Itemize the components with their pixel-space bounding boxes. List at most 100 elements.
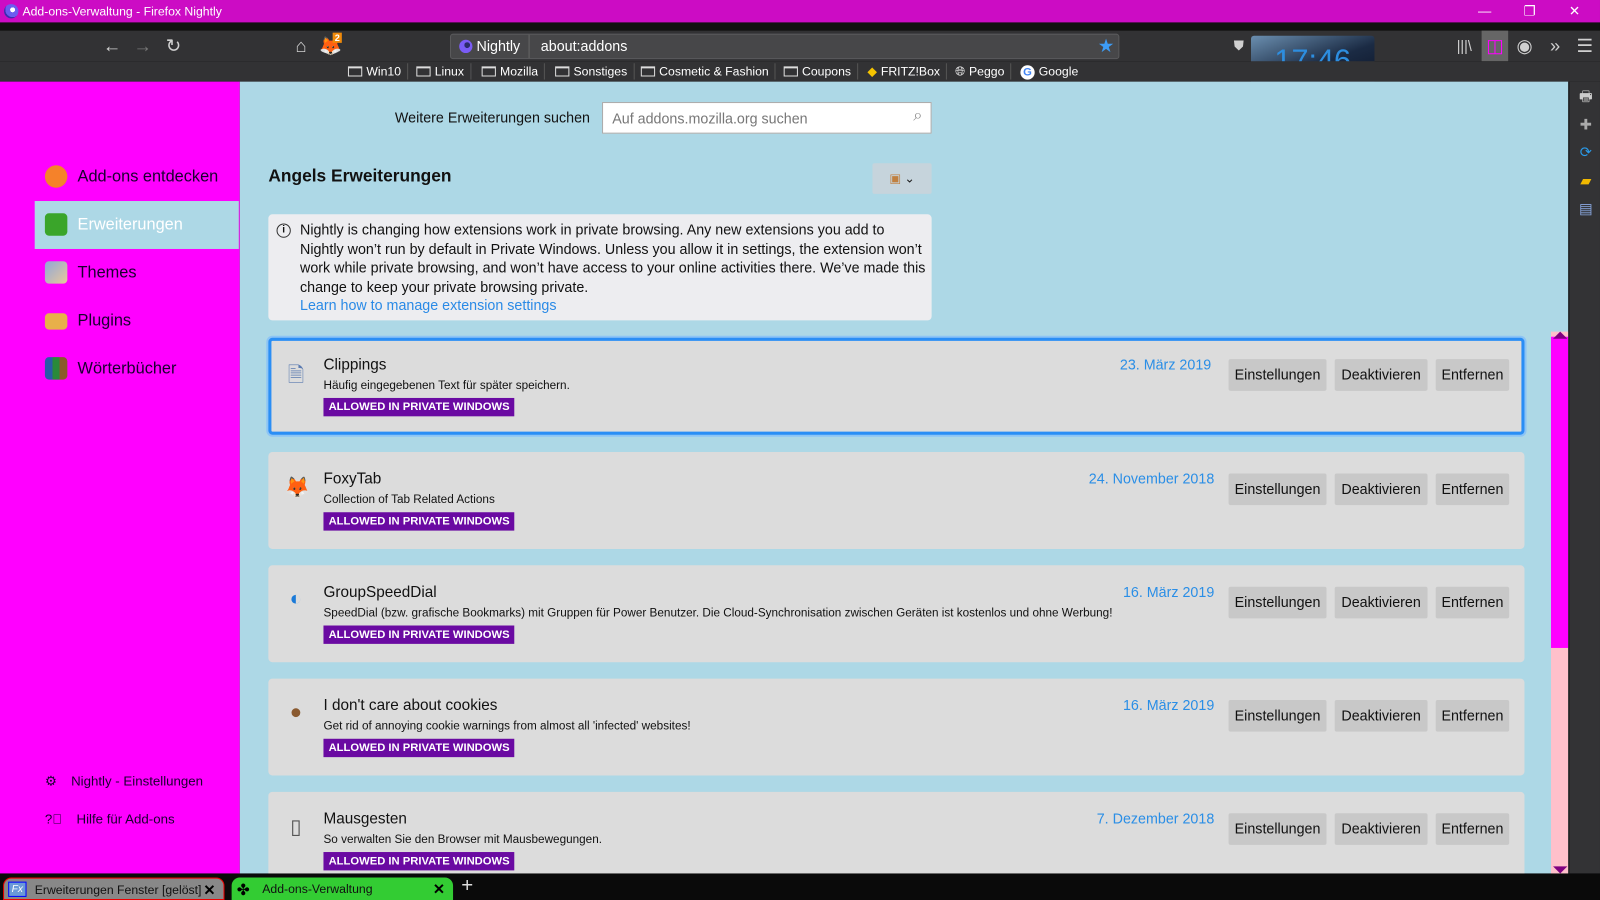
- addons-list-view: Weitere Erweiterungen suchen Auf addons.…: [239, 81, 1569, 874]
- sidebar-item-extensions[interactable]: Erweiterungen: [34, 201, 239, 249]
- reload-icon[interactable]: ↻: [160, 31, 187, 62]
- extension-card[interactable]: ● I don't care about cookies Get rid of an…: [268, 678, 1525, 776]
- addons-help-link[interactable]: ?⃝ Hilfe für Add-ons: [45, 811, 175, 826]
- folder-icon: [347, 66, 363, 77]
- sync-icon[interactable]: ⟳: [1577, 144, 1595, 160]
- close-tab-icon[interactable]: ✕: [433, 878, 445, 900]
- extension-name[interactable]: GroupSpeedDial: [323, 584, 436, 601]
- forward-icon[interactable]: →: [130, 31, 157, 62]
- bookmark-coupons[interactable]: Coupons: [778, 63, 859, 80]
- extension-description: Collection of Tab Related Actions: [323, 493, 495, 507]
- extension-name[interactable]: FoxyTab: [323, 470, 381, 487]
- sidebar-item-dictionaries[interactable]: Wörterbücher: [35, 345, 239, 393]
- bookmark-peggo[interactable]: 🌐︎ Peggo: [949, 63, 1012, 80]
- print-icon[interactable]: 🖶︎: [1577, 88, 1595, 104]
- overflow-icon[interactable]: »: [1542, 31, 1569, 62]
- search-icon[interactable]: ⌕: [913, 107, 922, 125]
- scroll-down-arrow-icon[interactable]: [1553, 866, 1568, 874]
- bookmark-sonstiges[interactable]: Sonstiges: [549, 63, 635, 80]
- bookmark-label: FRITZ!Box: [880, 64, 941, 79]
- settings-button[interactable]: Einstellungen: [1228, 473, 1327, 506]
- sidebar-item-label: Add-ons entdecken: [77, 168, 219, 186]
- addon-badge: 2: [332, 32, 342, 43]
- url-text[interactable]: about:addons: [541, 35, 628, 58]
- close-window-button[interactable]: ✕: [1552, 0, 1597, 22]
- url-bar[interactable]: Nightly about:addons ★: [449, 33, 1120, 60]
- bookmark-cosmetic[interactable]: Cosmetic & Fashion: [635, 63, 776, 80]
- puzzle-icon: ✤: [236, 881, 250, 899]
- private-windows-badge: ALLOWED IN PRIVATE WINDOWS: [323, 625, 515, 644]
- new-tab-button[interactable]: +: [461, 874, 473, 897]
- remove-button[interactable]: Entfernen: [1435, 813, 1510, 845]
- account-icon[interactable]: ◉: [1511, 31, 1538, 62]
- sidebar-item-themes[interactable]: Themes: [35, 249, 239, 297]
- home-icon[interactable]: ⌂: [288, 31, 315, 62]
- bookmark-fritzbox[interactable]: ◆ FRITZ!Box: [861, 63, 948, 80]
- update-date: 23. März 2019: [1119, 356, 1212, 373]
- tab-label: Add-ons-Verwaltung: [262, 881, 373, 896]
- bookmark-label: Coupons: [802, 64, 852, 79]
- document-icon[interactable]: ▤: [1577, 200, 1595, 216]
- extension-card[interactable]: ◐ GroupSpeedDial SpeedDial (bzw. grafische…: [268, 565, 1525, 663]
- search-input[interactable]: Auf addons.mozilla.org suchen ⌕: [602, 102, 932, 134]
- settings-button[interactable]: Einstellungen: [1228, 359, 1327, 391]
- update-date: 24. November 2018: [1088, 470, 1215, 487]
- bookmark-google[interactable]: G Google: [1014, 63, 1084, 80]
- page-title: Angels Erweiterungen: [268, 166, 452, 186]
- tab-erweiterungen-fenster[interactable]: Fx Erweiterungen Fenster [gelöst] ✕: [3, 877, 225, 900]
- bookmark-star-icon[interactable]: ★: [1098, 35, 1114, 58]
- manage-settings-link[interactable]: Learn how to manage extension settings: [300, 296, 557, 315]
- sidebar-item-discover[interactable]: Add-ons entdecken: [35, 153, 239, 201]
- restore-button[interactable]: ❐: [1507, 0, 1552, 22]
- disable-button[interactable]: Deaktivieren: [1334, 473, 1428, 506]
- disable-button[interactable]: Deaktivieren: [1334, 699, 1428, 732]
- close-tab-icon[interactable]: ✕: [203, 879, 215, 900]
- ublock-icon[interactable]: ⛊: [1226, 31, 1253, 62]
- remove-button[interactable]: Entfernen: [1435, 359, 1510, 391]
- private-browsing-notice: i Nightly is changing how extensions wor…: [268, 214, 932, 321]
- tools-menu-button[interactable]: ▣ ⌄: [872, 163, 932, 194]
- info-icon: i: [276, 223, 291, 238]
- categories-sidebar: Add-ons entdecken Erweiterungen Themes P…: [0, 81, 240, 874]
- footer-label: Hilfe für Add-ons: [76, 811, 175, 827]
- minimize-button[interactable]: —: [1462, 0, 1507, 22]
- remove-button[interactable]: Entfernen: [1435, 586, 1510, 619]
- tools-box-icon: ▣: [889, 171, 901, 186]
- disable-button[interactable]: Deaktivieren: [1334, 586, 1428, 619]
- sidebar-toggle-icon[interactable]: ◫: [1481, 30, 1509, 62]
- scroll-up-arrow-icon[interactable]: [1553, 331, 1568, 339]
- extension-card[interactable]: 🗎 Clippings Häufig eingegebenen Text für s…: [268, 337, 1525, 435]
- nightly-settings-link[interactable]: ⚙ Nightly - Einstellungen: [45, 773, 203, 789]
- settings-button[interactable]: Einstellungen: [1228, 813, 1327, 845]
- bookmark-win10[interactable]: Win10: [342, 63, 409, 80]
- extension-name[interactable]: I don't care about cookies: [323, 697, 497, 714]
- divider: [0, 22, 1600, 31]
- tab-addons-verwaltung[interactable]: ✤ Add-ons-Verwaltung ✕: [231, 877, 454, 900]
- scrollbar-thumb[interactable]: [1551, 336, 1569, 648]
- menu-icon[interactable]: ☰: [1571, 31, 1598, 62]
- bookmark-linux[interactable]: Linux: [410, 63, 472, 80]
- folder-icon: [640, 66, 656, 77]
- bookmark-mozilla[interactable]: Mozilla: [476, 63, 546, 80]
- notice-text: Nightly is changing how extensions work …: [299, 221, 926, 295]
- extension-name[interactable]: Clippings: [323, 356, 386, 373]
- settings-button[interactable]: Einstellungen: [1228, 586, 1327, 619]
- identity-box[interactable]: Nightly: [459, 34, 530, 59]
- groupspeeddial-icon: ◐: [289, 587, 303, 611]
- disable-button[interactable]: Deaktivieren: [1334, 359, 1428, 391]
- sidebar-item-plugins[interactable]: Plugins: [35, 297, 239, 345]
- settings-button[interactable]: Einstellungen: [1228, 699, 1327, 732]
- remove-button[interactable]: Entfernen: [1435, 699, 1510, 732]
- search-label: Weitere Erweiterungen suchen: [394, 109, 590, 126]
- extension-card[interactable]: ▯ Mausgesten So verwalten Sie den Browser …: [268, 791, 1525, 874]
- puzzle-icon[interactable]: ✚: [1577, 116, 1595, 132]
- folder-open-icon[interactable]: ▰: [1577, 172, 1595, 188]
- extension-card[interactable]: 🦊 FoxyTab Collection of Tab Related Action…: [268, 452, 1525, 549]
- extension-name[interactable]: Mausgesten: [323, 810, 406, 827]
- remove-button[interactable]: Entfernen: [1435, 473, 1510, 506]
- library-icon[interactable]: |||\: [1451, 31, 1478, 62]
- extension-description: So verwalten Sie den Browser mit Mausbew…: [323, 833, 602, 846]
- disable-button[interactable]: Deaktivieren: [1334, 813, 1428, 845]
- folder-icon: [783, 66, 798, 77]
- back-icon[interactable]: ←: [99, 31, 126, 62]
